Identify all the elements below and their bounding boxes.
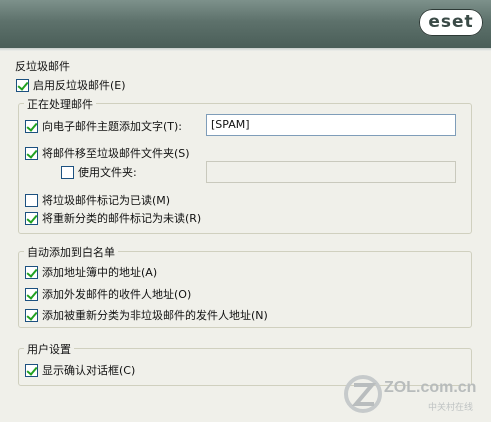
checkbox-label: 将邮件移至垃圾邮件文件夹(S) <box>42 147 190 160</box>
header-divider <box>0 48 491 51</box>
enable-antispam-checkbox[interactable]: 启用反垃圾邮件(E) <box>16 77 126 93</box>
checkbox-label: 将重新分类的邮件标记为未读(R) <box>42 212 202 225</box>
checkbox-label: 将垃圾邮件标记为已读(M) <box>42 194 171 207</box>
checkbox-box[interactable] <box>25 287 38 301</box>
add-reclassified-senders-checkbox[interactable]: 添加被重新分类为非垃圾邮件的发件人地址(N) <box>25 307 268 323</box>
move-to-spam-folder-checkbox[interactable]: 将邮件移至垃圾邮件文件夹(S) <box>25 145 190 161</box>
checkbox-box[interactable] <box>25 211 38 225</box>
checkbox-label: 显示确认对话框(C) <box>42 364 136 377</box>
checkbox-box[interactable] <box>61 165 74 179</box>
checkbox-label: 添加地址簿中的地址(A) <box>42 266 158 279</box>
eset-logo: eset <box>419 9 483 36</box>
header-banner <box>0 0 491 48</box>
mark-reclassified-unread-checkbox[interactable]: 将重新分类的邮件标记为未读(R) <box>25 210 201 226</box>
user-settings-group-title: 用户设置 <box>24 341 74 357</box>
watermark-tagline: 中关村在线 <box>428 403 474 413</box>
zol-watermark: ZOL.com.cn 中关村在线 <box>340 374 490 419</box>
checkbox-box[interactable] <box>25 363 38 377</box>
whitelist-group-title: 自动添加到白名单 <box>24 244 118 260</box>
processing-group-title: 正在处理邮件 <box>24 96 96 112</box>
add-text-checkbox[interactable]: 向电子邮件主题添加文字(T): <box>25 118 182 134</box>
checkbox-box[interactable] <box>25 119 38 133</box>
checkbox-label: 启用反垃圾邮件(E) <box>33 79 126 92</box>
checkbox-label: 向电子邮件主题添加文字(T): <box>42 120 183 133</box>
add-address-book-checkbox[interactable]: 添加地址簿中的地址(A) <box>25 264 157 280</box>
checkbox-box[interactable] <box>16 78 29 92</box>
checkbox-box[interactable] <box>25 308 38 322</box>
checkbox-box[interactable] <box>25 193 38 207</box>
watermark-site: ZOL.com.cn <box>384 379 477 396</box>
checkbox-label: 添加外发邮件的收件人地址(O) <box>42 288 192 301</box>
use-folder-checkbox[interactable]: 使用文件夹: <box>61 164 137 180</box>
show-confirm-dialog-checkbox[interactable]: 显示确认对话框(C) <box>25 362 135 378</box>
checkbox-box[interactable] <box>25 146 38 160</box>
antispam-section-title: 反垃圾邮件 <box>15 60 70 73</box>
add-outgoing-recipients-checkbox[interactable]: 添加外发邮件的收件人地址(O) <box>25 286 191 302</box>
folder-name-input[interactable] <box>206 161 456 183</box>
checkbox-box[interactable] <box>25 265 38 279</box>
checkbox-label: 添加被重新分类为非垃圾邮件的发件人地址(N) <box>42 309 268 322</box>
checkbox-label: 使用文件夹: <box>78 166 137 179</box>
subject-text-input[interactable]: [SPAM] <box>206 114 456 136</box>
mark-spam-read-checkbox[interactable]: 将垃圾邮件标记为已读(M) <box>25 192 170 208</box>
